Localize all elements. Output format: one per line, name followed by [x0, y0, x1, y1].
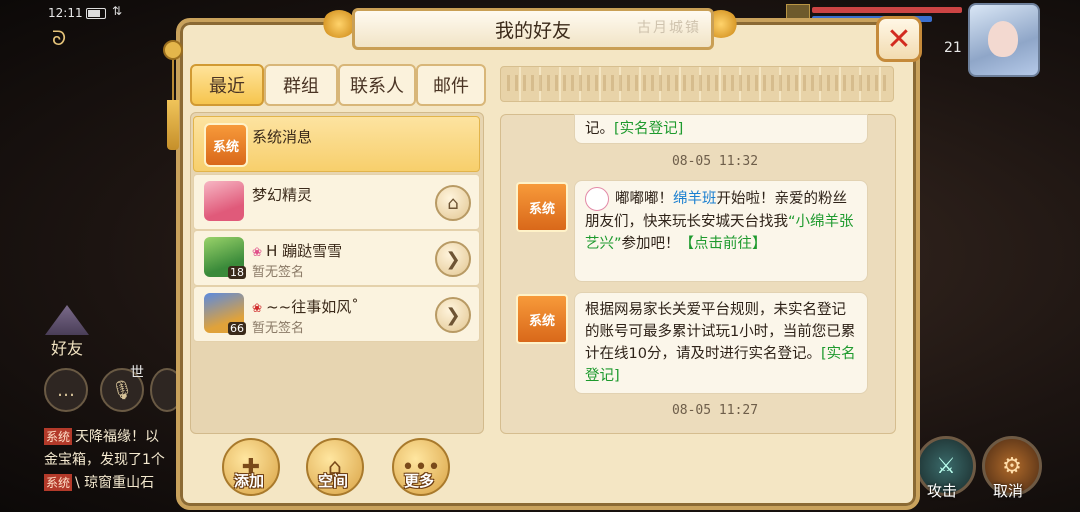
tab-groups[interactable]: 群组: [264, 64, 338, 106]
go-now-link[interactable]: 【点击前往】: [680, 236, 767, 252]
world-channel-label: 世: [130, 365, 144, 381]
system-sender-avatar: 系统: [516, 294, 568, 344]
chat-line: 金宝箱，发现了1个: [44, 452, 165, 468]
dialog-title: 我的好友 古月城镇: [352, 8, 714, 50]
chat-line: 系统 天降福缘！以: [44, 428, 160, 445]
contact-item[interactable]: 66 ❀ ~~往事如风˚ 暂无签名 ❯: [193, 286, 480, 342]
sword-icon: ⚔: [936, 453, 956, 479]
add-friend-label: 添加: [233, 472, 264, 490]
friends-hat-icon: [45, 305, 89, 335]
close-icon: ✕: [886, 21, 912, 57]
status-time: 12:11: [48, 6, 83, 20]
cancel-action-label: 取消: [992, 482, 1023, 500]
chat-bubble-icon[interactable]: …: [44, 368, 88, 412]
attack-label: 攻击: [926, 482, 957, 500]
contact-name: 梦幻精灵: [252, 186, 313, 204]
message-bubble: 记。[实名登记]: [574, 114, 868, 144]
chevron-right-icon[interactable]: ❯: [435, 241, 471, 277]
player-level: 21: [944, 40, 962, 56]
message-bubble: 根据网易家长关爱平台规则，未实名登记的账号可最多累计试玩1小时，当前您已累计在线…: [574, 292, 868, 394]
signal-icon: ⇅: [112, 4, 123, 18]
contact-item[interactable]: 18 ❀ H 蹦跶雪雪 暂无签名 ❯: [193, 230, 480, 286]
contact-avatar: 66: [204, 293, 246, 335]
chat-line: 系统 \ 琼窗重山石: [44, 474, 155, 491]
gear-icon: ⚙: [1002, 453, 1022, 479]
more-label: 更多: [403, 472, 434, 490]
fairy-avatar: [204, 181, 244, 221]
battery-icon: [86, 8, 106, 19]
system-badge-icon: 系统: [204, 123, 248, 167]
contact-item[interactable]: 梦幻精灵 ⌂: [193, 174, 480, 230]
sheep-icon: [585, 187, 609, 211]
decorative-border: [500, 66, 894, 102]
message-timestamp: 08-05 11:32: [671, 154, 759, 169]
title-deco-text: 古月城镇: [637, 20, 701, 36]
flower-icon: ❀: [252, 301, 263, 315]
chevron-right-icon[interactable]: ❯: [435, 297, 471, 333]
swirl-menu-icon[interactable]: ᘐ: [52, 26, 66, 50]
contact-signature: 暂无签名: [252, 265, 305, 280]
home-icon[interactable]: ⌂: [435, 185, 471, 221]
title-ornament-left: [322, 10, 356, 38]
contact-name: 系统消息: [252, 128, 313, 146]
contact-avatar: 18: [204, 237, 246, 279]
contact-signature: 暂无签名: [252, 321, 305, 336]
contact-item-system[interactable]: 系统 系统消息: [193, 116, 480, 172]
player-avatar[interactable]: [968, 3, 1040, 77]
tassel-decoration: [162, 40, 184, 160]
tab-mail[interactable]: 邮件: [416, 64, 486, 106]
tab-recent[interactable]: 最近: [190, 64, 264, 106]
contact-level: 18: [228, 266, 246, 279]
contact-name: ❀ ~~往事如风˚: [252, 298, 359, 316]
contact-level: 66: [228, 322, 246, 335]
real-name-link[interactable]: [实名登记]: [614, 121, 683, 137]
friends-side-label: 好友: [50, 339, 83, 358]
system-sender-avatar: 系统: [516, 182, 568, 232]
friends-side-button[interactable]: 好友: [42, 305, 92, 363]
tab-contacts[interactable]: 联系人: [338, 64, 416, 106]
contact-name: ❀ H 蹦跶雪雪: [252, 242, 343, 260]
message-bubble: 嘟嘟嘟！绵羊班开始啦！亲爱的粉丝朋友们，快来玩长安城天台找我“小绵羊张艺兴”参加…: [574, 180, 868, 282]
message-timestamp: 08-05 11:27: [671, 403, 759, 418]
close-button[interactable]: ✕: [876, 16, 922, 62]
space-label: 空间: [317, 472, 348, 490]
flower-icon: ❀: [252, 245, 263, 259]
